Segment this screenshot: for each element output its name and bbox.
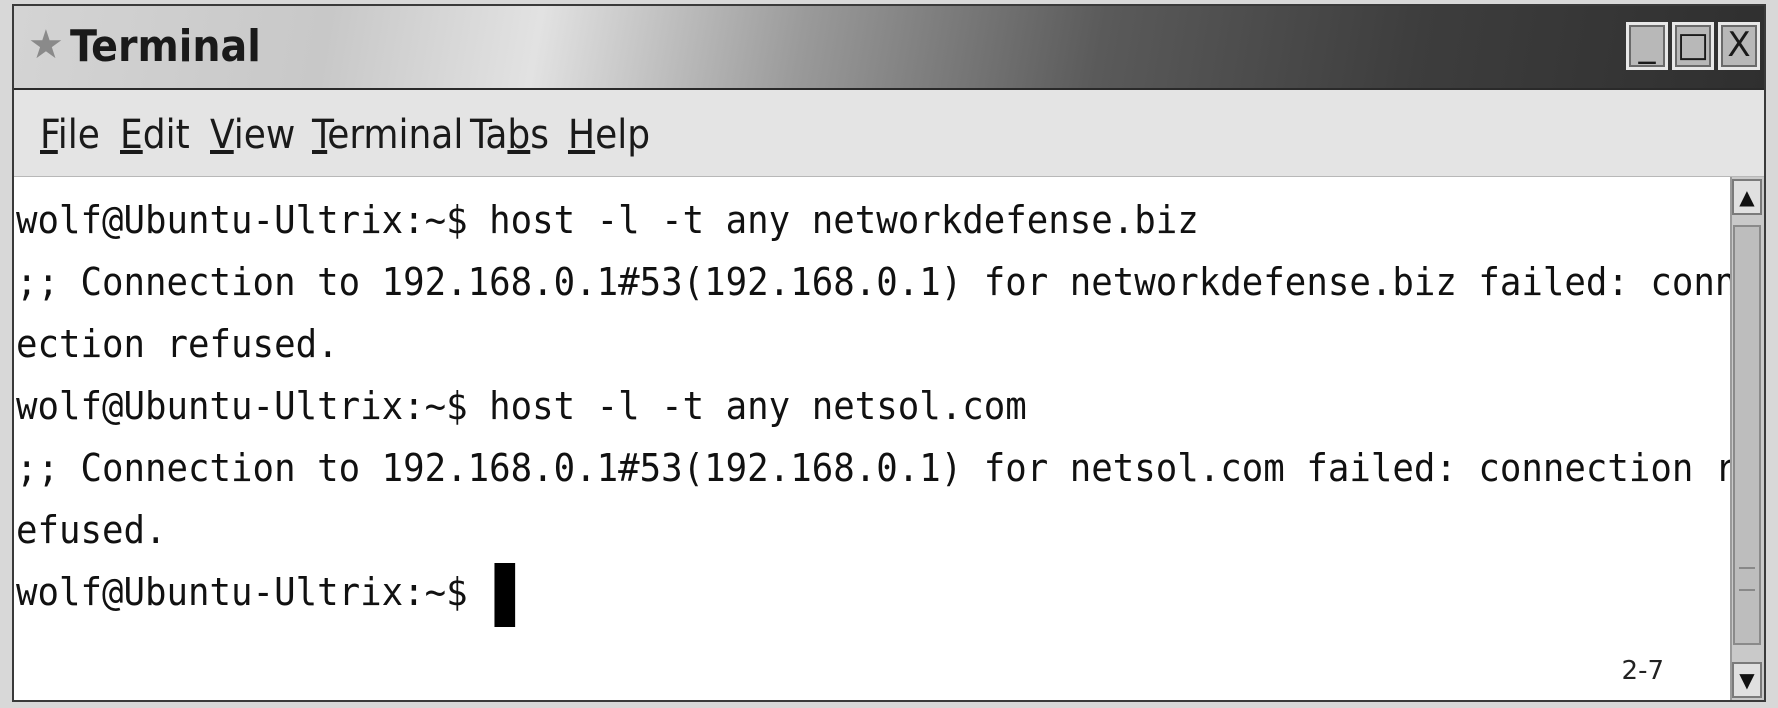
minimize-button[interactable]: _ <box>1626 22 1668 70</box>
maximize-button[interactable]: □ <box>1672 22 1714 70</box>
text-cursor <box>494 562 516 627</box>
menu-help[interactable]: Help <box>568 110 650 160</box>
arrow-up-icon: ▲ <box>1739 185 1755 209</box>
close-button[interactable]: X <box>1718 22 1760 70</box>
title-bar[interactable]: ★ Terminal _ □ X <box>14 6 1764 90</box>
terminal-output[interactable]: wolf@Ubuntu-Ultrix:~$ host -l -t any net… <box>14 177 1734 700</box>
menu-edit[interactable]: Edit <box>120 110 190 160</box>
menu-view[interactable]: View <box>210 110 295 160</box>
terminal-line: wolf@Ubuntu-Ultrix:~$ host -l -t any net… <box>16 384 1027 428</box>
menu-terminal[interactable]: Terminal <box>312 110 463 160</box>
terminal-line: efused. <box>16 508 167 552</box>
terminal-line: ;; Connection to 192.168.0.1#53(192.168.… <box>16 260 1734 304</box>
menu-tabs[interactable]: Tabs <box>470 110 549 160</box>
vertical-scrollbar[interactable]: ▲ ▼ <box>1730 177 1764 700</box>
star-icon: ★ <box>28 22 64 68</box>
scroll-up-button[interactable]: ▲ <box>1732 179 1762 215</box>
position-indicator: 2-7 <box>1621 656 1664 686</box>
menu-file[interactable]: File <box>40 110 100 160</box>
terminal-window: ★ Terminal _ □ X File Edit View Terminal… <box>12 4 1766 702</box>
scroll-down-button[interactable]: ▼ <box>1732 662 1762 698</box>
scrollbar-thumb[interactable] <box>1733 225 1761 645</box>
menu-bar: File Edit View Terminal Tabs Help <box>14 90 1764 177</box>
terminal-line: ;; Connection to 192.168.0.1#53(192.168.… <box>16 446 1734 490</box>
arrow-down-icon: ▼ <box>1739 668 1755 692</box>
window-controls: _ □ X <box>1626 22 1760 70</box>
terminal-prompt-line: wolf@Ubuntu-Ultrix:~$ <box>16 561 516 627</box>
terminal-line: wolf@Ubuntu-Ultrix:~$ host -l -t any net… <box>16 198 1199 242</box>
terminal-line: ection refused. <box>16 322 339 366</box>
grip-icon <box>1739 567 1755 591</box>
terminal-prompt: wolf@Ubuntu-Ultrix:~$ <box>16 570 490 614</box>
window-title: Terminal <box>70 21 261 72</box>
